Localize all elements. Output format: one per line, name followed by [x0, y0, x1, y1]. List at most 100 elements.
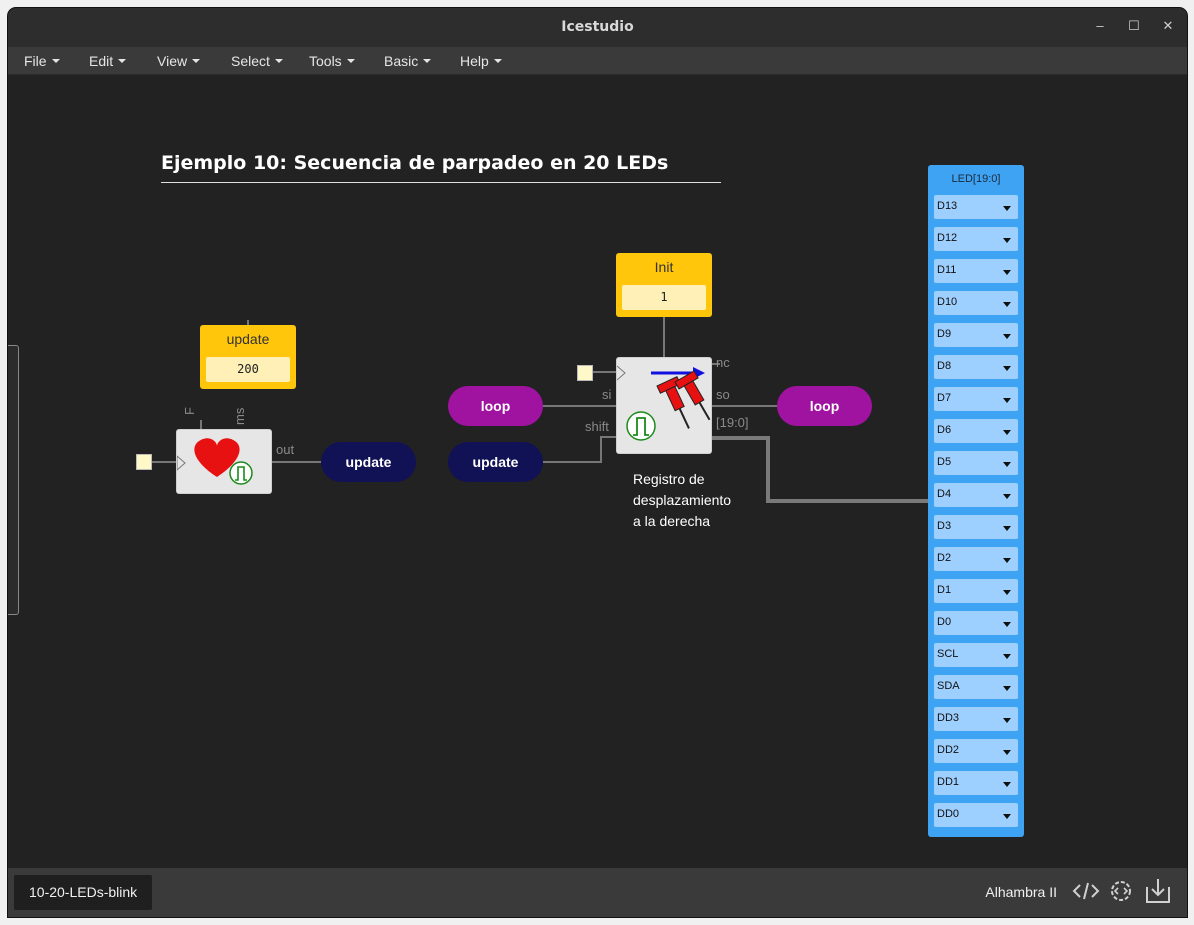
chevron-down-icon [1003, 302, 1011, 307]
chevron-down-icon [274, 59, 283, 63]
pin-select-d12[interactable]: D12 [934, 227, 1018, 251]
menu-help[interactable]: Help [460, 53, 502, 69]
pin-select-label: SCL [937, 648, 959, 660]
tag-loop-input[interactable]: loop [448, 386, 543, 426]
menu-label: Help [460, 53, 489, 69]
chevron-down-icon [1003, 590, 1011, 595]
pushpin-icon [617, 365, 711, 441]
pin-label-f: F [182, 407, 197, 415]
pin-select-d5[interactable]: D5 [934, 451, 1018, 475]
tag-update-input[interactable]: update [448, 442, 543, 482]
chevron-down-icon [1003, 430, 1011, 435]
pin-select-label: D0 [937, 616, 952, 628]
pin-label-shift: shift [585, 419, 609, 434]
upload-icon[interactable] [1144, 877, 1172, 905]
chevron-down-icon [1003, 622, 1011, 627]
pin-select-label: D1 [937, 584, 952, 596]
close-button[interactable]: ✕ [1158, 18, 1178, 36]
pin-select-label: D11 [937, 264, 957, 276]
menu-file[interactable]: File [24, 53, 60, 69]
pin-select-label: DD1 [937, 776, 960, 788]
menu-select[interactable]: Select [231, 53, 283, 69]
clock-input-port[interactable] [577, 365, 593, 381]
pin-select-scl[interactable]: SCL [934, 643, 1018, 667]
minimize-button[interactable]: – [1090, 18, 1110, 36]
comment-line: Registro de [633, 471, 705, 487]
pin-select-d8[interactable]: D8 [934, 355, 1018, 379]
menu-label: File [24, 53, 47, 69]
chevron-down-icon [1003, 814, 1011, 819]
led-output-block[interactable]: LED[19:0] D13 D12 D11 D10 D9 D8 D7 D6 D5… [928, 165, 1024, 837]
chevron-down-icon [1003, 366, 1011, 371]
menu-view[interactable]: View [157, 53, 201, 69]
clock-input-port[interactable] [136, 454, 152, 470]
title-bar: Icestudio – ☐ ✕ [8, 8, 1187, 47]
menu-label: Select [231, 53, 270, 69]
pin-select-d6[interactable]: D6 [934, 419, 1018, 443]
heartbeat-module[interactable] [176, 429, 272, 494]
chevron-down-icon [51, 59, 60, 63]
chevron-down-icon [1003, 238, 1011, 243]
chevron-down-icon [1003, 398, 1011, 403]
window-title: Icestudio [561, 19, 634, 35]
pin-select-label: DD3 [937, 712, 960, 724]
constant-value-field[interactable]: 1 [622, 285, 706, 310]
pin-select-label: D5 [937, 456, 952, 468]
pin-label-ms: ms [232, 407, 247, 425]
pin-select-dd0[interactable]: DD0 [934, 803, 1018, 827]
pin-select-label: D7 [937, 392, 952, 404]
pin-select-label: D10 [937, 296, 958, 308]
pin-select-sda[interactable]: SDA [934, 675, 1018, 699]
comment-block[interactable]: Registro de desplazamiento a la derecha [633, 469, 731, 532]
pin-select-d10[interactable]: D10 [934, 291, 1018, 315]
menu-edit[interactable]: Edit [89, 53, 127, 69]
menu-basic[interactable]: Basic [384, 53, 432, 69]
project-tab[interactable]: 10-20-LEDs-blink [14, 875, 153, 910]
pin-select-d3[interactable]: D3 [934, 515, 1018, 539]
shift-register-module[interactable] [616, 357, 712, 454]
design-canvas[interactable]: Ejemplo 10: Secuencia de parpadeo en 20 … [8, 75, 1187, 868]
build-gear-icon[interactable] [1107, 877, 1135, 905]
pin-label-si: si [602, 387, 612, 402]
led-output-title: LED[19:0] [951, 173, 1001, 185]
chevron-down-icon [1003, 782, 1011, 787]
board-name[interactable]: Alhambra II [985, 884, 1057, 900]
pin-select-label: D3 [937, 520, 952, 532]
menu-label: Tools [309, 53, 342, 69]
constant-value-field[interactable]: 200 [206, 357, 290, 382]
code-icon[interactable] [1072, 877, 1100, 905]
pin-select-label: DD0 [937, 808, 960, 820]
chevron-down-icon [118, 59, 127, 63]
tag-update-output[interactable]: update [321, 442, 416, 482]
pin-select-d13[interactable]: D13 [934, 195, 1018, 219]
constant-update-block[interactable]: update 200 [200, 325, 296, 389]
pin-select-d11[interactable]: D11 [934, 259, 1018, 283]
pin-select-d4[interactable]: D4 [934, 483, 1018, 507]
menu-label: View [157, 53, 188, 69]
chevron-down-icon [1003, 206, 1011, 211]
pin-label-nc: nc [716, 355, 730, 370]
heart-icon [177, 438, 253, 485]
pin-select-d0[interactable]: D0 [934, 611, 1018, 635]
chevron-down-icon [1003, 334, 1011, 339]
pin-select-d2[interactable]: D2 [934, 547, 1018, 571]
constant-init-block[interactable]: Init 1 [616, 253, 712, 317]
pin-select-label: D8 [937, 360, 952, 372]
pin-select-d1[interactable]: D1 [934, 579, 1018, 603]
pin-select-d7[interactable]: D7 [934, 387, 1018, 411]
constant-name: Init [654, 259, 674, 275]
pin-select-d9[interactable]: D9 [934, 323, 1018, 347]
tag-loop-output[interactable]: loop [777, 386, 872, 426]
pin-select-dd2[interactable]: DD2 [934, 739, 1018, 763]
chevron-down-icon [192, 59, 201, 63]
pin-select-label: D9 [937, 328, 952, 340]
maximize-button[interactable]: ☐ [1124, 18, 1144, 36]
menu-label: Basic [384, 53, 419, 69]
pin-select-dd3[interactable]: DD3 [934, 707, 1018, 731]
chevron-down-icon [1003, 270, 1011, 275]
pin-select-dd1[interactable]: DD1 [934, 771, 1018, 795]
menu-tools[interactable]: Tools [309, 53, 355, 69]
chevron-down-icon [423, 59, 432, 63]
pin-label-out: out [276, 442, 295, 457]
collapsed-sidebar[interactable] [8, 345, 19, 615]
